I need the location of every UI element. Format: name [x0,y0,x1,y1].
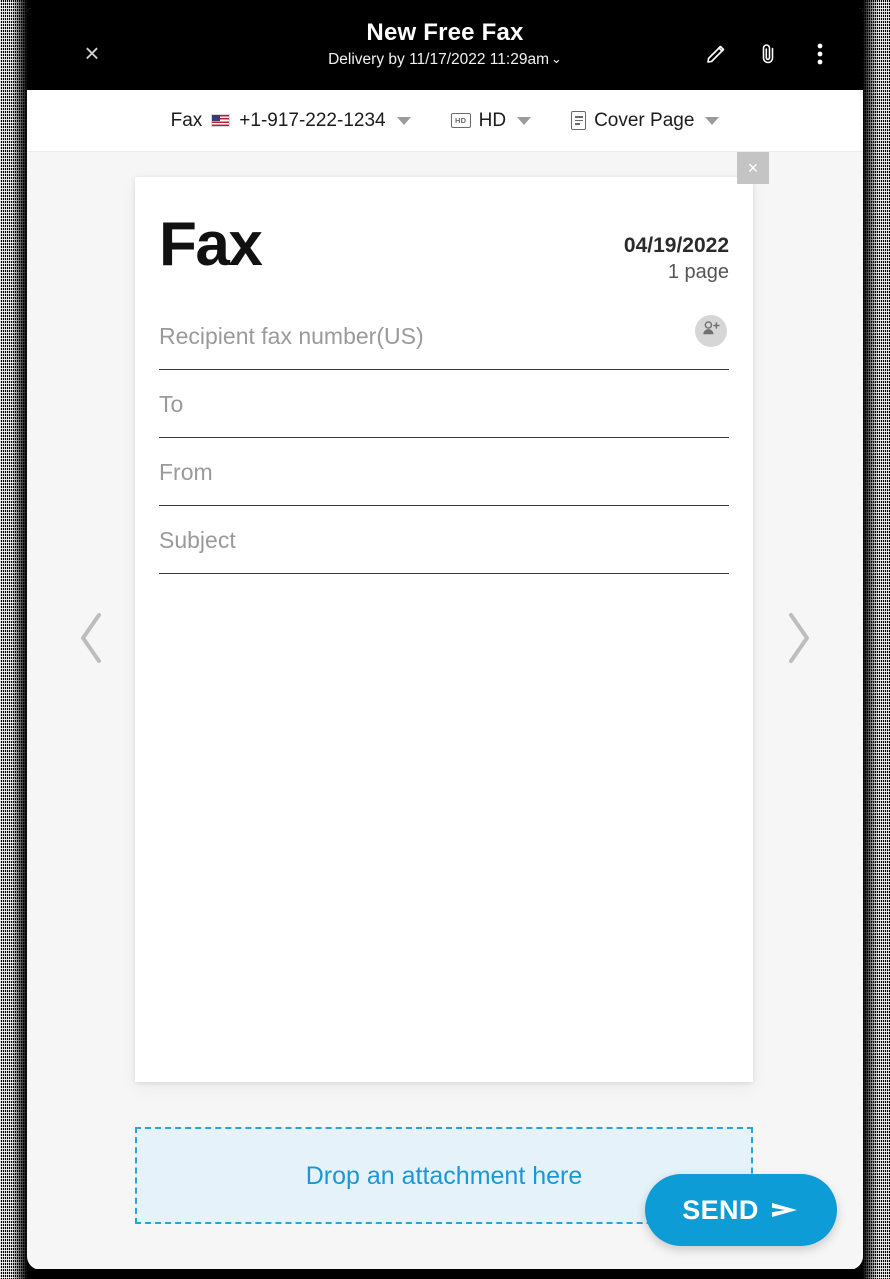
document-page-count: 1 page [667,261,729,283]
chevron-down-icon [517,116,532,125]
fax-number-label: +1-917-222-1234 [239,109,386,131]
prev-page-arrow-button[interactable] [72,607,112,669]
fax-number-prefix-label: Fax [170,109,203,131]
scan-edge-noise-left [0,0,30,1279]
document-heading: Fax [159,210,263,279]
frame-band-bottom [0,1269,890,1279]
next-page-arrow-button[interactable] [778,607,818,669]
fax-number-dropdown[interactable]: Fax +1-917-222-1234 [171,110,411,132]
header-actions [699,36,837,72]
delivery-schedule-label: Delivery by 11/17/2022 11:29am [328,51,549,68]
fax-document-page: × Fax 04/19/2022 1 page Recipient fax nu… [135,152,769,1082]
send-button-label: SEND [682,1195,759,1225]
close-icon: × [747,158,759,178]
add-contact-icon [702,320,721,342]
hd-quality-icon: HD [450,113,471,128]
chevron-down-icon [396,116,411,125]
device-frame: × New Free Fax Delivery by 11/17/2022 11… [0,0,890,1279]
us-flag-icon [211,114,231,127]
document-meta: 04/19/2022 1 page [624,213,729,286]
frame-band-top [0,0,890,8]
from-field[interactable]: From [159,438,729,506]
send-button[interactable]: SEND [645,1174,837,1246]
document-date: 04/19/2022 [623,234,729,257]
document-workspace: × Fax 04/19/2022 1 page Recipient fax nu… [27,152,863,1270]
paperclip-icon [757,42,779,66]
subject-field[interactable]: Subject [159,506,729,574]
recipient-fax-number-field[interactable]: Recipient fax number(US) [159,302,729,370]
cover-page-label: Cover Page [594,109,695,131]
to-placeholder: To [159,390,184,417]
subject-placeholder: Subject [159,526,236,553]
app-header: × New Free Fax Delivery by 11/17/2022 11… [27,8,863,90]
chevron-right-icon [778,607,818,669]
attachment-dropzone-label: Drop an attachment here [305,1161,583,1190]
document-header: Fax 04/19/2022 1 page [135,177,753,286]
quality-dropdown[interactable]: HD HD [450,109,532,132]
more-options-button[interactable] [803,36,837,72]
attachment-button[interactable] [751,36,785,72]
document-icon [571,111,587,130]
add-contact-button[interactable] [695,315,727,347]
send-arrow-icon [770,1198,800,1222]
recipient-fax-number-placeholder: Recipient fax number(US) [159,322,424,349]
chevron-left-icon [72,607,112,669]
chevron-down-icon [705,116,720,125]
to-field[interactable]: To [159,370,729,438]
options-toolbar: Fax +1-917-222-1234 HD HD Cover Page [27,90,863,152]
more-options-icon [817,42,823,66]
cover-page-dropdown[interactable]: Cover Page [571,109,720,132]
app-screen: × New Free Fax Delivery by 11/17/2022 11… [27,8,863,1270]
from-placeholder: From [159,458,213,485]
chevron-down-icon: ⌄ [550,51,562,66]
edit-button[interactable] [699,36,733,72]
quality-label: HD [478,109,507,131]
close-document-button[interactable]: × [737,152,769,184]
scan-edge-noise-right [860,0,890,1279]
document-fields: Recipient fax number(US) To From Subject [135,286,753,574]
pencil-icon [704,42,728,66]
